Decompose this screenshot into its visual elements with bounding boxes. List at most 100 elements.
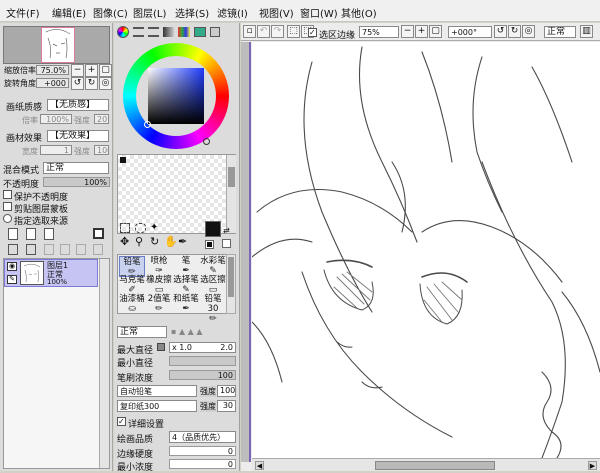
swatch-tab-icon[interactable] xyxy=(194,27,206,37)
zoom-tool-icon[interactable]: ⚲ xyxy=(135,236,143,247)
edit-pen-icon[interactable]: ✎ xyxy=(7,275,17,284)
rotate-reset-button[interactable]: ◎ xyxy=(99,77,112,90)
quality-select[interactable]: 4（品质优先） xyxy=(169,431,236,443)
scroll-right-icon[interactable]: ▶ xyxy=(588,461,597,470)
delete-layer-icon[interactable] xyxy=(76,244,86,255)
menu-file[interactable]: 文件(F) xyxy=(6,5,40,20)
scratchpad-tab-icon[interactable] xyxy=(210,27,220,37)
selection-edge-checkbox[interactable]: ✓ xyxy=(308,28,317,37)
paper-texture-select[interactable]: 【无质感】 xyxy=(47,99,109,111)
zoom-field[interactable]: 75.0% xyxy=(36,65,69,75)
canvas-zoom-select[interactable]: 75% xyxy=(359,26,399,38)
layer-row[interactable]: ◉ ✎ 图层1 正常 100% xyxy=(4,259,98,287)
saturation-value-square[interactable] xyxy=(148,68,204,124)
swatch-scrollbar[interactable] xyxy=(226,155,236,233)
scroll-thumb[interactable] xyxy=(375,461,495,470)
layer-mask-icon[interactable] xyxy=(93,228,104,239)
tool-select-eraser[interactable]: 选区擦 ▭ xyxy=(200,275,226,296)
clear-layer-icon[interactable] xyxy=(60,244,70,255)
brush-density-slider[interactable]: 100 xyxy=(169,370,236,380)
hue-ring[interactable] xyxy=(123,43,229,149)
drawing-canvas[interactable] xyxy=(252,42,600,458)
menu-layer[interactable]: 图层(L) xyxy=(133,5,166,20)
new-folder-icon[interactable] xyxy=(44,228,54,240)
canvas-zoom-in-button[interactable]: + xyxy=(415,25,428,38)
effect-strength-field[interactable]: 100 xyxy=(94,145,109,155)
rotate-tool-icon[interactable]: ↻ xyxy=(150,236,159,247)
effect-width-field[interactable]: 1 xyxy=(40,145,72,155)
canvas-mode-select[interactable]: 正常 xyxy=(544,26,576,38)
rect-select-icon[interactable] xyxy=(120,223,130,233)
foreground-color-swatch[interactable] xyxy=(205,221,221,237)
layer-list-scrollbar[interactable] xyxy=(99,259,109,468)
canvas-zoom-reset-button[interactable]: ▢ xyxy=(429,25,442,38)
hue-marker[interactable] xyxy=(203,138,210,145)
move-icon[interactable]: ✥ xyxy=(120,236,129,247)
new-vector-layer-icon[interactable] xyxy=(26,228,36,240)
lasso-select-icon[interactable] xyxy=(135,223,146,233)
scroll-left-icon[interactable]: ◀ xyxy=(255,461,264,470)
opacity-slider[interactable]: 100% xyxy=(43,177,110,187)
menu-image[interactable]: 图像(C) xyxy=(93,5,128,20)
merge-down-icon[interactable] xyxy=(26,244,36,255)
texture-strength-field[interactable]: 30 xyxy=(217,400,236,412)
eyedropper-icon[interactable]: ✒ xyxy=(178,236,187,247)
tool-airbrush[interactable]: 喷枪 ✑ xyxy=(146,256,172,277)
paper-effect-select[interactable]: 【无效果】 xyxy=(47,130,109,142)
canvas-rotate-reset-button[interactable]: ◎ xyxy=(522,25,535,38)
menu-select[interactable]: 选择(S) xyxy=(175,5,209,20)
min-size-slider[interactable] xyxy=(169,356,236,366)
max-size-field[interactable]: x 1.0 2.0 xyxy=(169,342,236,353)
tool-bucket[interactable]: 油漆桶 ⛀ xyxy=(119,294,145,315)
tool-pencil[interactable]: 铅笔 ✏ xyxy=(119,256,145,277)
blend-mode-select[interactable]: 正常 xyxy=(43,162,109,174)
brush-shape-select[interactable]: 自动铅笔 xyxy=(117,385,197,397)
transparent-color-icon[interactable] xyxy=(222,239,231,248)
hand-tool-icon[interactable]: ✋ xyxy=(164,236,178,247)
magic-wand-icon[interactable]: ✦ xyxy=(150,223,160,233)
tool-binary-pen[interactable]: 2值笔 ✏ xyxy=(146,294,172,315)
tool-marker[interactable]: 马克笔 ✐ xyxy=(119,275,145,296)
canvas-rotate-right-button[interactable]: ↻ xyxy=(508,25,521,38)
swap-colors-icon[interactable]: ⇄ xyxy=(223,227,231,235)
new-canvas-icon[interactable]: ▫ xyxy=(243,25,256,38)
navigator-view[interactable] xyxy=(3,26,110,64)
tool-eraser[interactable]: 橡皮擦 ▭ xyxy=(146,275,172,296)
rotate-right-button[interactable]: ↻ xyxy=(85,77,98,90)
brush-texture-select[interactable]: 复印纸300 xyxy=(117,400,197,412)
canvas-horizontal-scrollbar[interactable]: ◀ ▶ xyxy=(252,458,600,471)
rotate-field[interactable]: +000 xyxy=(36,78,69,88)
canvas-zoom-out-button[interactable]: − xyxy=(401,25,414,38)
color-picker-marker[interactable] xyxy=(144,121,151,128)
zoom-in-button[interactable]: + xyxy=(85,64,98,77)
max-size-pressure-toggle[interactable] xyxy=(157,343,165,351)
hsv-slider-tab-icon[interactable] xyxy=(148,27,159,37)
default-colors-icon[interactable] xyxy=(205,240,214,249)
tool-washi-pen[interactable]: 和纸笔 ✒ xyxy=(173,294,199,315)
tool-select-pen[interactable]: 选择笔 ✎ xyxy=(173,275,199,296)
zoom-out-button[interactable]: − xyxy=(71,64,84,77)
paper-strength-field[interactable]: 20 xyxy=(94,114,109,124)
clipping-mask-checkbox[interactable] xyxy=(3,202,12,211)
paper-scale-field[interactable]: 100% xyxy=(40,114,72,124)
protect-opacity-checkbox[interactable] xyxy=(3,190,12,199)
deselect-icon[interactable]: ⬚ xyxy=(287,25,300,38)
flip-canvas-icon[interactable]: ▥ xyxy=(580,25,593,38)
tool-brush[interactable]: 笔 ✒ xyxy=(173,256,199,277)
rgb-slider-tab-icon[interactable] xyxy=(133,27,144,37)
undo-icon[interactable]: ↶ xyxy=(257,25,270,38)
tool-palette-scrollbar[interactable] xyxy=(226,254,236,314)
shape-strength-field[interactable]: 100 xyxy=(217,385,236,397)
menu-filter[interactable]: 滤镜(I) xyxy=(217,5,248,20)
min-density-slider[interactable]: 0 xyxy=(169,459,236,469)
delete-mask-icon[interactable] xyxy=(93,244,103,255)
detail-settings-checkbox[interactable]: ✓ xyxy=(117,417,126,426)
swatch-black[interactable] xyxy=(120,157,126,163)
menu-edit[interactable]: 编辑(E) xyxy=(52,5,86,20)
tool-watercolor[interactable]: 水彩笔 ✎ xyxy=(200,256,226,277)
new-layer-icon[interactable] xyxy=(8,228,18,240)
edge-hardness-slider[interactable]: 0 xyxy=(169,446,236,456)
tool-pencil-30[interactable]: 铅笔30 ✏ xyxy=(200,294,226,324)
brush-blend-select[interactable]: 正常 xyxy=(117,326,167,338)
merge-visible-icon[interactable] xyxy=(44,244,54,255)
